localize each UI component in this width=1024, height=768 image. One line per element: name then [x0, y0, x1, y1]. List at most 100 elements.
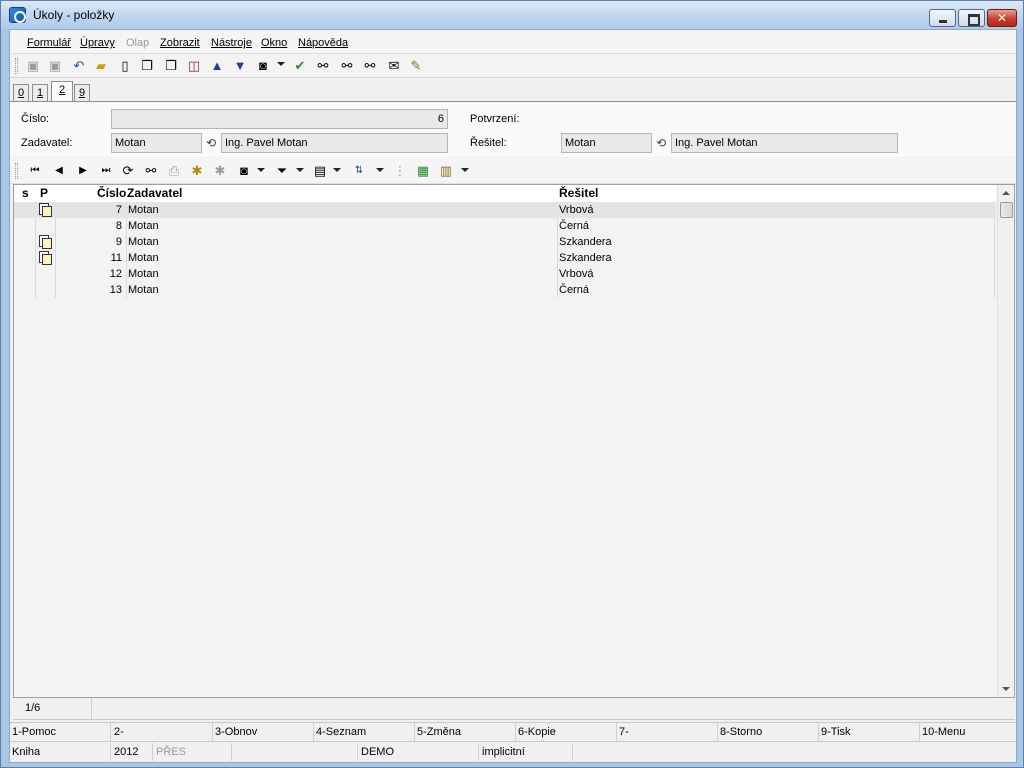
- table-row[interactable]: 9 Motan Szkandera: [14, 234, 996, 250]
- first-record-icon[interactable]: ⏮: [27, 163, 43, 179]
- table-row[interactable]: 13 Motan Černá: [14, 282, 996, 298]
- next-record-icon[interactable]: ▶: [75, 163, 91, 179]
- book-icon[interactable]: ◫: [186, 58, 202, 74]
- menu-okno[interactable]: Okno: [261, 37, 287, 49]
- fkey-4[interactable]: 4-Seznam: [314, 723, 415, 742]
- columns-dropdown-icon[interactable]: [333, 168, 341, 172]
- notes-icon[interactable]: ✎: [408, 58, 424, 74]
- col-header-cislo[interactable]: Číslo: [97, 185, 127, 202]
- cell-zadavatel: Motan: [128, 204, 159, 216]
- app-icon[interactable]: [9, 7, 26, 23]
- grid-print-icon[interactable]: ⎙: [166, 163, 182, 179]
- fkey-2[interactable]: 2-: [112, 723, 213, 742]
- find-prev-icon[interactable]: ⚯: [362, 58, 378, 74]
- filter-check-icon[interactable]: ✔: [292, 58, 308, 74]
- add-group-icon[interactable]: ✱: [212, 163, 228, 179]
- excel-icon[interactable]: ▦: [415, 163, 431, 179]
- col-header-resitel[interactable]: Řešitel: [559, 185, 599, 202]
- menu-zobrazit[interactable]: Zobrazit: [160, 37, 200, 49]
- fkey-10[interactable]: 10-Menu: [920, 723, 1016, 742]
- close-button[interactable]: [987, 9, 1017, 27]
- camera-dropdown-icon[interactable]: [277, 62, 285, 66]
- attachment-icon: [39, 203, 52, 217]
- resitel-name-field[interactable]: Ing. Pavel Motan: [671, 133, 898, 153]
- zadavatel-code-field[interactable]: Motan: [111, 133, 202, 153]
- table-row[interactable]: 12 Motan Vrbová: [14, 266, 996, 282]
- report-icon[interactable]: ▥: [438, 163, 454, 179]
- zadavatel-lookup-icon[interactable]: ⟲: [206, 137, 218, 149]
- table-row[interactable]: 11 Motan Szkandera: [14, 250, 996, 266]
- prev-record-icon[interactable]: ◀: [51, 163, 67, 179]
- fkey-8[interactable]: 8-Storno: [718, 723, 819, 742]
- table-row[interactable]: 7 Motan Vrbová: [14, 202, 996, 218]
- client-area: Formulář Úpravy Olap Zobrazit Nástroje O…: [9, 29, 1017, 763]
- menu-olap[interactable]: Olap: [126, 37, 149, 49]
- add-star-icon[interactable]: ✱: [189, 163, 205, 179]
- grid-camera-icon[interactable]: ◙: [236, 163, 252, 179]
- camera-icon[interactable]: ◙: [255, 58, 271, 74]
- menu-upravy[interactable]: Úpravy: [80, 37, 115, 49]
- tab-0[interactable]: 0: [13, 84, 29, 101]
- col-header-s[interactable]: s: [22, 185, 29, 202]
- fkey-3[interactable]: 3-Obnov: [213, 723, 314, 742]
- main-toolbar: ▣ ▣ ↶ ▰ ▯ ❐ ❐ ◫ ▲ ▼ ◙ ✔ ⚯ ⚯ ⚯ ✉ ✎: [10, 54, 1016, 78]
- tab-1[interactable]: 1: [32, 84, 48, 101]
- menu-napoveda[interactable]: Nápověda: [298, 37, 348, 49]
- info-profile: implicitní: [480, 743, 573, 761]
- cislo-field[interactable]: 6: [111, 109, 448, 129]
- zadavatel-name-field[interactable]: Ing. Pavel Motan: [221, 133, 448, 153]
- grid-toolbar-grip[interactable]: [15, 163, 18, 179]
- col-header-zadavatel[interactable]: Zadavatel: [127, 185, 183, 202]
- fkey-9[interactable]: 9-Tisk: [819, 723, 920, 742]
- menu-bar: Formulář Úpravy Olap Zobrazit Nástroje O…: [10, 30, 1016, 54]
- undo-icon[interactable]: ↶: [71, 58, 87, 74]
- email-icon[interactable]: ✉: [386, 58, 402, 74]
- resitel-lookup-icon[interactable]: ⟲: [656, 137, 668, 149]
- find-next-icon[interactable]: ⚯: [339, 58, 355, 74]
- grid-binoculars-icon[interactable]: ⚯: [143, 163, 159, 179]
- new-document-icon[interactable]: ▯: [117, 58, 133, 74]
- fkey-1[interactable]: 1-Pomoc: [10, 723, 111, 742]
- save-as-icon[interactable]: ▣: [47, 58, 63, 74]
- tree-icon[interactable]: ⋮: [392, 163, 408, 179]
- cell-resitel: Vrbová: [559, 204, 594, 216]
- cell-zadavatel: Motan: [128, 236, 159, 248]
- filter-icon[interactable]: ⏷: [274, 163, 290, 179]
- items-grid[interactable]: s P Číslo Zadavatel Řešitel 7 Motan Vrbo…: [13, 184, 1015, 698]
- vertical-scrollbar[interactable]: [997, 185, 1014, 697]
- fkey-5[interactable]: 5-Změna: [415, 723, 516, 742]
- binoculars-icon[interactable]: ⚯: [315, 58, 331, 74]
- title-bar[interactable]: Úkoly - položky: [1, 1, 1023, 29]
- columns-icon[interactable]: ▤: [312, 163, 328, 179]
- save-icon[interactable]: ▣: [25, 58, 41, 74]
- menu-formular[interactable]: Formulář: [27, 37, 71, 49]
- table-row[interactable]: 8 Motan Černá: [14, 218, 996, 234]
- minimize-button[interactable]: [929, 9, 956, 27]
- open-folder-icon[interactable]: ▰: [93, 58, 109, 74]
- tab-2[interactable]: 2: [51, 81, 73, 102]
- sort-dropdown-icon[interactable]: [376, 168, 384, 172]
- detail-form: Číslo: 6 Potvrzení: Zadavatel: Motan ⟲ I…: [10, 101, 1016, 157]
- resitel-code-field[interactable]: Motan: [561, 133, 652, 153]
- refresh-icon[interactable]: ⟳: [120, 163, 136, 179]
- toolbar-grip[interactable]: [15, 58, 18, 74]
- scroll-down-icon[interactable]: [1002, 687, 1010, 691]
- fkey-7[interactable]: 7-: [617, 723, 718, 742]
- sort-icon[interactable]: ⇅: [351, 163, 367, 179]
- arrow-down-icon[interactable]: ▼: [232, 58, 248, 74]
- scroll-up-icon[interactable]: [1002, 191, 1010, 195]
- filter-dropdown-icon[interactable]: [296, 168, 304, 172]
- arrow-up-icon[interactable]: ▲: [209, 58, 225, 74]
- restore-button[interactable]: [958, 9, 985, 27]
- cell-cislo: 7: [115, 204, 122, 216]
- grid-camera-dropdown-icon[interactable]: [257, 168, 265, 172]
- last-record-icon[interactable]: ⏭: [98, 163, 114, 179]
- paste-icon[interactable]: ❐: [163, 58, 179, 74]
- fkey-6[interactable]: 6-Kopie: [516, 723, 617, 742]
- copy-icon[interactable]: ❐: [139, 58, 155, 74]
- tab-9[interactable]: 9: [74, 84, 90, 101]
- menu-nastroje[interactable]: Nástroje: [211, 37, 252, 49]
- col-header-p[interactable]: P: [40, 185, 49, 202]
- scroll-thumb[interactable]: [1000, 202, 1013, 218]
- report-dropdown-icon[interactable]: [461, 168, 469, 172]
